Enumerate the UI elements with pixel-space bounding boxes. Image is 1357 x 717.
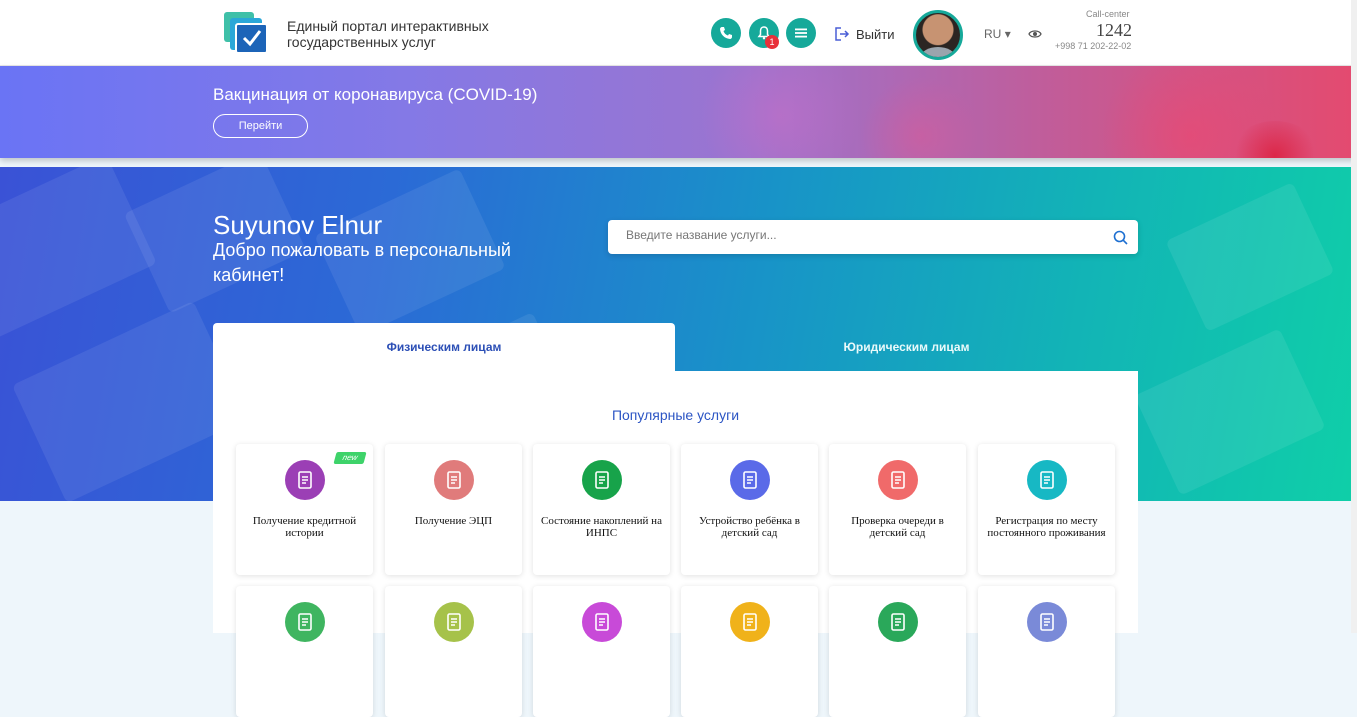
search-icon[interactable] [1113, 230, 1128, 245]
service-card[interactable]: Регистрация по месту постоянного прожива… [978, 444, 1115, 575]
welcome-text: Добро пожаловать в персональный кабинет! [213, 240, 511, 285]
search-input[interactable] [626, 228, 1096, 242]
page-scrollbar[interactable] [1351, 0, 1357, 633]
form-icon [730, 602, 770, 642]
residence-icon [1027, 460, 1067, 500]
popular-services-title: Популярные услуги [611, 407, 740, 423]
tab-individuals[interactable]: Физическим лицам [213, 323, 675, 372]
queue-icon [878, 460, 918, 500]
credit-report-icon [285, 460, 325, 500]
service-card-label: Проверка очереди в детский сад [851, 515, 944, 539]
kindergarten-icon [730, 460, 770, 500]
new-badge: new [333, 452, 367, 464]
top-header: Единый портал интерактивных государствен… [0, 0, 1357, 66]
banner-go-button[interactable]: Перейти [213, 114, 308, 138]
service-card[interactable] [385, 586, 522, 717]
service-card-label: Состояние накоплений на ИНПС [541, 515, 662, 539]
phone-button[interactable] [711, 18, 741, 48]
call-center-phone[interactable]: +998 71 202-22-02 [1055, 41, 1131, 51]
service-card[interactable] [681, 586, 818, 717]
user-avatar[interactable] [913, 10, 963, 60]
logout-icon [835, 27, 850, 41]
service-card-label: Устройство ребёнка в детский сад [699, 515, 800, 539]
call-center-number[interactable]: 1242 [1096, 20, 1132, 41]
language-label: RU [984, 27, 1002, 41]
logout-button[interactable]: Выйти [834, 24, 895, 44]
user-name: Suyunov Elnur [213, 210, 383, 240]
service-search[interactable] [608, 220, 1138, 254]
service-card[interactable] [978, 586, 1115, 717]
banner-title: Вакцинация от коронавируса (COVID-19) [213, 85, 538, 104]
service-card[interactable] [829, 586, 966, 717]
chevron-down-icon: ▾ [1004, 27, 1011, 41]
document-icon [434, 602, 474, 642]
brand-line-2: государственных услуг [287, 34, 436, 50]
service-card[interactable]: Получение ЭЦП [385, 444, 522, 575]
phone-icon [720, 27, 732, 39]
service-card[interactable] [533, 586, 670, 717]
service-card[interactable]: Состояние накоплений на ИНПС [533, 444, 670, 575]
menu-icon [795, 28, 807, 38]
certificate-icon [878, 602, 918, 642]
portal-logo[interactable] [224, 12, 268, 54]
call-center-label: Call-center [1086, 9, 1130, 19]
service-card[interactable]: Проверка очереди в детский сад [829, 444, 966, 575]
portal-brand-name[interactable]: Единый портал интерактивных государствен… [287, 18, 537, 50]
house-doc-icon [1027, 602, 1067, 642]
logout-label: Выйти [856, 26, 895, 42]
coins-icon [582, 460, 622, 500]
signature-icon [434, 460, 474, 500]
property-icon [285, 602, 325, 642]
notification-count-badge: 1 [765, 35, 779, 49]
wallet-icon [582, 602, 622, 642]
brand-line-1: Единый портал интерактивных [287, 18, 489, 34]
tab-legal-entities[interactable]: Юридическим лицам [675, 323, 1138, 372]
service-card[interactable]: Получение кредитной истории new [236, 444, 373, 575]
service-card[interactable] [236, 586, 373, 717]
menu-button[interactable] [786, 18, 816, 48]
service-card-label: Получение кредитной истории [252, 515, 357, 539]
language-selector[interactable]: RU ▾ [984, 27, 1011, 41]
service-card-label: Регистрация по месту постоянного прожива… [987, 515, 1106, 539]
service-card[interactable]: Устройство ребёнка в детский сад [681, 444, 818, 575]
covid-banner: Вакцинация от коронавируса (COVID-19) Пе… [0, 66, 1357, 158]
eye-icon[interactable] [1028, 29, 1042, 39]
service-card-label: Получение ЭЦП [414, 515, 493, 527]
